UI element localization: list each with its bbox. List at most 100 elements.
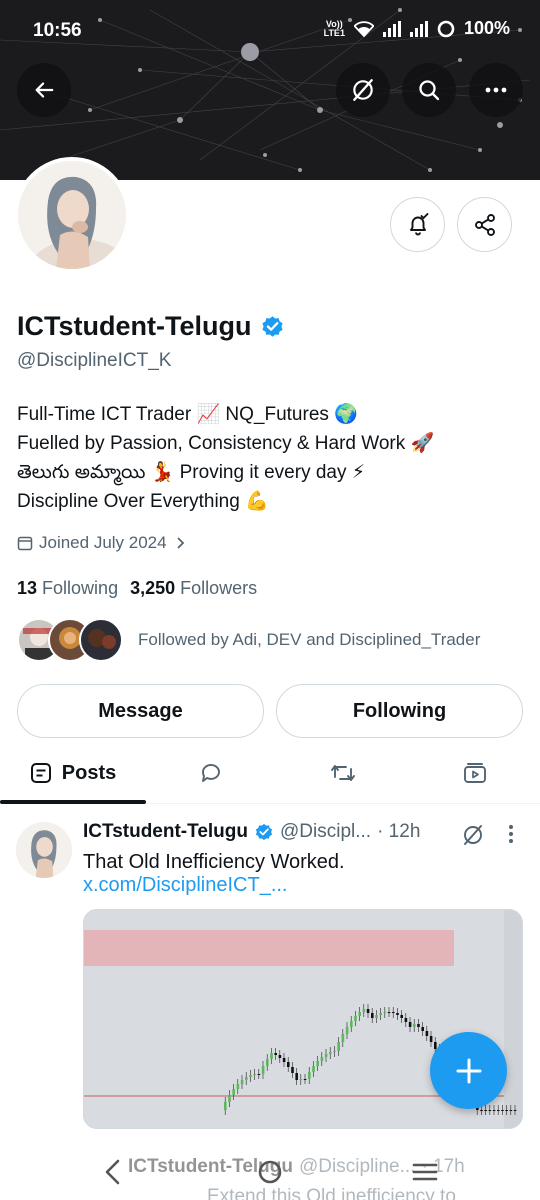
candle-body (501, 1110, 504, 1111)
more-horizontal-icon (485, 87, 507, 93)
candle-body (261, 1066, 265, 1074)
followed-by[interactable]: Followed by Adi, DEV and Disciplined_Tra… (17, 618, 480, 662)
post-author[interactable]: ICTstudent-Telugu (83, 821, 248, 843)
candle-body (299, 1079, 303, 1080)
system-nav-bar (0, 1140, 540, 1200)
system-home-button[interactable] (245, 1152, 295, 1192)
candle-body (308, 1072, 311, 1079)
post-avatar[interactable] (16, 822, 72, 878)
candle-body (337, 1042, 340, 1051)
candle-body (404, 1018, 408, 1022)
grok-button[interactable] (336, 63, 390, 117)
search-button[interactable] (402, 63, 456, 117)
posts-icon (30, 763, 51, 783)
candle-body (274, 1053, 277, 1055)
candle-body (257, 1074, 261, 1075)
candle-body (320, 1057, 324, 1061)
tab-posts[interactable]: Posts (0, 744, 146, 802)
candle-body (358, 1012, 361, 1016)
share-button[interactable] (457, 197, 512, 252)
notifications-button[interactable] (390, 197, 445, 252)
bio-line: తెలుగు అమ్మాయి 💃 Proving it every day ⚡ (17, 462, 366, 483)
message-button[interactable]: Message (17, 684, 264, 738)
post-time[interactable]: · 12h (377, 821, 420, 843)
volte-indicator: Vo)) LTE1 (323, 18, 345, 38)
candle-body (287, 1062, 290, 1067)
calendar-icon (17, 536, 33, 551)
following-button[interactable]: Following (276, 684, 523, 738)
more-button[interactable] (469, 63, 523, 117)
joined-date[interactable]: Joined July 2024 (17, 533, 187, 553)
candle-body (253, 1074, 256, 1075)
tab-replies[interactable] (146, 744, 276, 802)
avatar-illustration (18, 161, 126, 269)
post-more-icon[interactable] (507, 823, 515, 845)
followers-stat[interactable]: 3,250 Followers (130, 578, 257, 599)
candle-body (392, 1012, 395, 1013)
candle-body (484, 1110, 487, 1111)
candle-body (488, 1110, 492, 1111)
candle-body (303, 1079, 307, 1080)
candle-body (429, 1036, 433, 1042)
follower-avatar (79, 618, 123, 662)
repost-icon (331, 765, 355, 781)
candle-body (371, 1013, 374, 1018)
profile-bio: Full-Time ICT Trader 📈 NQ_Futures 🌍 Fuel… (17, 400, 434, 516)
verified-badge-icon[interactable] (260, 314, 285, 339)
followed-by-text: Followed by Adi, DEV and Disciplined_Tra… (138, 630, 481, 649)
plus-icon (456, 1058, 481, 1083)
candle-body (345, 1027, 349, 1034)
candle-body (492, 1110, 496, 1111)
grok-icon[interactable] (461, 823, 485, 847)
candle-body (291, 1067, 294, 1073)
candle-body (282, 1058, 286, 1062)
candle-body (228, 1095, 231, 1102)
candle-body (362, 1009, 366, 1012)
following-stat[interactable]: 13 Following (17, 578, 118, 599)
replies-icon (202, 764, 220, 782)
candle-body (350, 1021, 353, 1027)
candle-body (417, 1024, 420, 1027)
bio-line: Discipline Over Everything 💪 (17, 491, 269, 512)
arrow-left-icon (35, 82, 54, 98)
tab-active-indicator (0, 800, 146, 804)
candle-body (341, 1034, 345, 1042)
follow-stats: 13 Following 3,250 Followers (17, 578, 257, 599)
candle-body (425, 1031, 429, 1036)
system-recents-button[interactable] (400, 1152, 450, 1192)
candle-body (333, 1051, 336, 1052)
compose-post-button[interactable] (430, 1032, 507, 1109)
candle-body (316, 1061, 319, 1066)
candle-body (249, 1075, 252, 1077)
candle-body (379, 1013, 382, 1015)
system-back-button[interactable] (88, 1152, 138, 1192)
menu-lines-icon (412, 1163, 438, 1181)
candle-body (408, 1022, 412, 1027)
bio-line: Full-Time ICT Trader 📈 NQ_Futures 🌍 (17, 404, 358, 425)
tab-reposts[interactable] (276, 744, 410, 802)
post-header: ICTstudent-Telugu @Discipl... · 12h (83, 821, 453, 843)
bio-line: Fuelled by Passion, Consistency & Hard W… (17, 433, 435, 454)
post-handle[interactable]: @Discipl... (280, 821, 371, 843)
signal-icon-2 (409, 20, 428, 37)
grok-icon (353, 79, 373, 101)
verified-badge-icon (255, 823, 273, 841)
back-button[interactable] (17, 63, 71, 117)
joined-text: Joined July 2024 (39, 533, 167, 552)
candle-body (375, 1015, 378, 1018)
chevron-right-icon (176, 537, 184, 549)
candle-body (270, 1053, 273, 1059)
post-avatar-illustration (16, 822, 72, 878)
signal-icon-1 (382, 20, 401, 37)
battery-ring-icon (437, 20, 455, 37)
candle-body (354, 1016, 357, 1021)
profile-avatar[interactable] (14, 157, 130, 273)
wifi-icon (353, 20, 374, 37)
candle-body (245, 1077, 248, 1080)
tab-media[interactable] (410, 744, 540, 802)
candle-body (236, 1084, 240, 1089)
post-link[interactable]: x.com/DisciplineICT_... (83, 874, 288, 897)
candle-body (509, 1110, 513, 1111)
profile-banner[interactable]: 10:56 Vo)) LTE1 100% (0, 0, 540, 180)
candle-body (400, 1015, 403, 1018)
